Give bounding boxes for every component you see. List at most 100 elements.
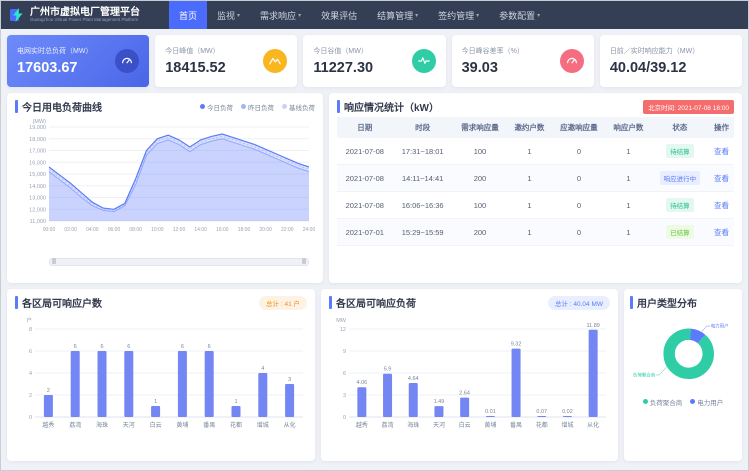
nav-item-6[interactable]: 签约管理▾ <box>428 1 489 29</box>
view-link[interactable]: 查看 <box>714 174 729 183</box>
nav-menu: 首页监视▾需求响应▾效果评估结算管理▾签约管理▾参数配置▾ <box>169 1 550 29</box>
nav-item-5[interactable]: 结算管理▾ <box>367 1 428 29</box>
svg-text:18:00: 18:00 <box>238 227 251 233</box>
svg-text:4.06: 4.06 <box>356 380 367 386</box>
table-cell: 16:06~16:36 <box>393 192 453 219</box>
stat-value: 18415.52 <box>165 60 225 76</box>
view-link[interactable]: 查看 <box>714 228 729 237</box>
response-table: 日期时段需求响应量邀约户数应邀响应量响应户数状态操作 2021-07-0817:… <box>337 117 734 246</box>
svg-text:9: 9 <box>343 349 346 355</box>
table-cell: 1 <box>606 138 651 165</box>
svg-text:4: 4 <box>261 366 264 372</box>
district-load-panel: 各区局可响应负荷 总计 : 40.04 MW 036912MW4.06越秀5.9… <box>321 289 618 461</box>
svg-text:11,000: 11,000 <box>30 219 46 225</box>
nav-item-label: 结算管理 <box>377 9 413 22</box>
chevron-down-icon: ▾ <box>298 12 301 19</box>
legend-label: 负荷聚合商 <box>650 397 683 407</box>
table-row: 2021-07-0817:31~18:01100101待结算查看 <box>337 138 734 165</box>
table-cell: 2021-07-08 <box>337 192 393 219</box>
nav-item-1[interactable]: 首页 <box>169 1 207 29</box>
nav-item-4[interactable]: 效果评估 <box>311 1 367 29</box>
slider-handle-right[interactable] <box>302 258 306 264</box>
legend-label: 电力用户 <box>697 397 723 407</box>
status-badge: 响应进行中 <box>660 171 701 185</box>
stat-label: 今日峰谷差率（%） <box>462 46 524 56</box>
table-cell: 15:29~15:59 <box>393 219 453 246</box>
svg-text:6: 6 <box>181 344 184 350</box>
legend-item[interactable]: 负荷聚合商 <box>643 397 683 407</box>
chart-range-slider[interactable] <box>49 258 309 266</box>
slider-handle-left[interactable] <box>52 258 56 264</box>
legend-item[interactable]: 昨日负荷 <box>241 102 274 112</box>
svg-text:白云: 白云 <box>459 421 471 429</box>
table-cell: 响应进行中 <box>651 165 709 192</box>
stat-value: 11227.30 <box>313 60 373 76</box>
table-cell: 0 <box>552 165 606 192</box>
svg-text:0: 0 <box>343 415 346 421</box>
svg-text:0.07: 0.07 <box>536 409 547 415</box>
legend-dot-icon <box>200 104 205 109</box>
table-cell: 查看 <box>709 219 734 246</box>
legend-item[interactable]: 基线负荷 <box>282 102 315 112</box>
column-header: 操作 <box>709 117 734 138</box>
svg-text:02:00: 02:00 <box>64 227 77 233</box>
svg-text:海珠: 海珠 <box>407 421 419 429</box>
table-cell: 2021-07-08 <box>337 138 393 165</box>
response-table-body: 2021-07-0817:31~18:01100101待结算查看2021-07-… <box>337 138 734 246</box>
svg-text:MW: MW <box>336 318 347 324</box>
svg-text:越秀: 越秀 <box>42 421 54 429</box>
svg-text:1: 1 <box>234 399 237 405</box>
nav-item-3[interactable]: 需求响应▾ <box>250 1 311 29</box>
legend-item[interactable]: 今日负荷 <box>200 102 233 112</box>
table-row: 2021-07-0814:11~14:41200101响应进行中查看 <box>337 165 734 192</box>
view-link[interactable]: 查看 <box>714 201 729 210</box>
svg-text:番禺: 番禺 <box>510 422 522 429</box>
stat-label: 今日谷值（MW） <box>313 46 373 56</box>
svg-text:番禺: 番禺 <box>203 422 215 429</box>
svg-text:22:00: 22:00 <box>281 227 294 233</box>
svg-text:黄埔: 黄埔 <box>484 421 496 429</box>
view-link[interactable]: 查看 <box>714 147 729 156</box>
svg-text:10:00: 10:00 <box>151 227 164 233</box>
svg-text:天河: 天河 <box>433 421 445 429</box>
svg-text:6: 6 <box>100 344 103 350</box>
svg-text:(MW): (MW) <box>33 119 47 125</box>
nav-item-2[interactable]: 监视▾ <box>207 1 250 29</box>
nav-item-label: 参数配置 <box>499 9 535 22</box>
svg-text:16:00: 16:00 <box>216 227 229 233</box>
svg-text:06:00: 06:00 <box>108 227 121 233</box>
panel-title-load-curve: 今日用电负荷曲线 <box>15 99 102 114</box>
table-cell: 17:31~18:01 <box>393 138 453 165</box>
gauge-icon <box>115 49 139 73</box>
legend-item[interactable]: 电力用户 <box>690 397 723 407</box>
svg-text:海珠: 海珠 <box>96 421 108 429</box>
table-row: 2021-07-0115:29~15:59200101已结算查看 <box>337 219 734 246</box>
load-curve-legend: 今日负荷昨日负荷基线负荷 <box>200 102 315 112</box>
stat-value: 17603.67 <box>17 60 92 76</box>
svg-text:荔湾: 荔湾 <box>69 421 81 429</box>
chevron-down-icon: ▾ <box>237 12 240 19</box>
svg-text:1.49: 1.49 <box>434 399 445 405</box>
svg-text:2: 2 <box>47 388 50 394</box>
svg-text:0.02: 0.02 <box>562 409 573 415</box>
svg-text:13,000: 13,000 <box>29 196 46 202</box>
svg-text:6: 6 <box>343 371 346 377</box>
table-cell: 0 <box>552 192 606 219</box>
table-cell: 1 <box>507 165 552 192</box>
legend-label: 今日负荷 <box>207 102 233 112</box>
stat-value: 39.03 <box>462 60 524 76</box>
bottom-row: 各区局可响应户数 总计 : 41 户 02468户2越秀6荔湾6海珠6天河1白云… <box>1 283 748 467</box>
svg-text:6: 6 <box>29 349 32 355</box>
status-badge: 待结算 <box>666 144 694 158</box>
svg-text:负荷聚合商: 负荷聚合商 <box>633 372 656 379</box>
legend-dot-icon <box>690 399 695 404</box>
response-stats-panel: 响应情况统计（kW） 北京时间: 2021-07-08 18:00 日期时段需求… <box>329 93 742 283</box>
navbar: 广州市虚拟电厂管理平台 Guangzhou Virtual Power Plan… <box>1 1 748 29</box>
column-header: 应邀响应量 <box>552 117 606 138</box>
panel-title-district-load: 各区局可响应负荷 <box>329 295 416 310</box>
nav-item-7[interactable]: 参数配置▾ <box>489 1 550 29</box>
chevron-down-icon: ▾ <box>415 12 418 19</box>
table-cell: 0 <box>552 219 606 246</box>
nav-item-label: 监视 <box>217 9 235 22</box>
svg-text:9.32: 9.32 <box>511 342 522 348</box>
